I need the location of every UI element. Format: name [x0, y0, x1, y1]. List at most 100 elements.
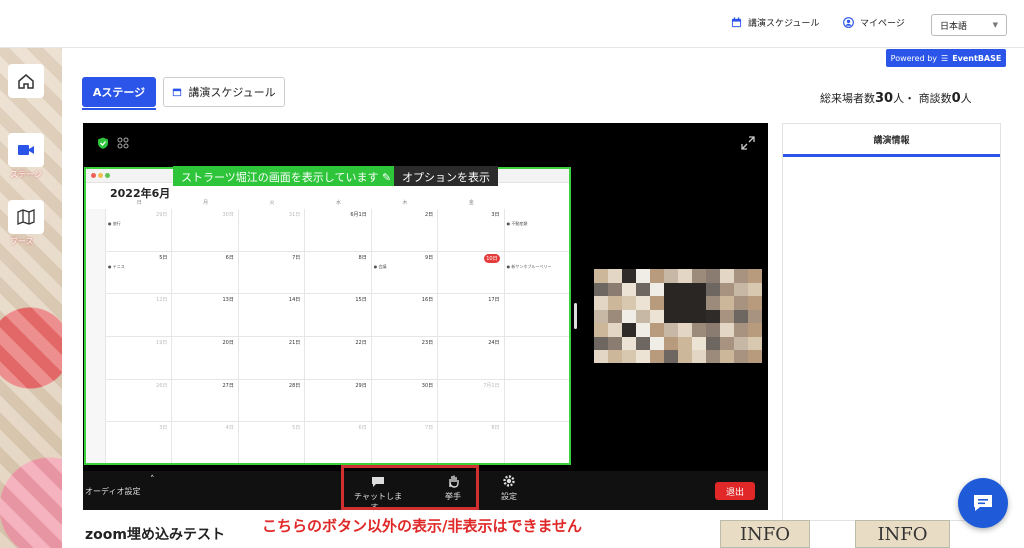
calendar-day-cell[interactable]: 5日 [239, 422, 306, 463]
calendar-day-cell[interactable] [505, 422, 569, 463]
video-pixel [678, 350, 692, 363]
calendar-day-cell[interactable]: ● 新サンホブルーベリー [504, 252, 569, 295]
calendar-day-cell[interactable]: 26日 [106, 379, 173, 423]
calendar-day-cell[interactable]: 21日 [238, 337, 306, 380]
tab-schedule[interactable]: 講演スケジュール [163, 77, 285, 107]
calendar-day-cell[interactable]: 17日 [438, 294, 505, 337]
attendance-stats: 総来場者数30人・ 商談数0人 [820, 90, 972, 106]
calendar-day-cell[interactable]: 6日 [305, 422, 372, 463]
calendar-day-number: 30日 [421, 382, 434, 389]
sidebar-item-stage[interactable] [8, 133, 44, 167]
gallery-grid-icon[interactable] [117, 137, 129, 149]
calendar-day-cell[interactable]: 8日 [305, 251, 372, 295]
calendar-day-cell[interactable]: ● 不動産類 [504, 209, 569, 252]
calendar-day-cell[interactable] [504, 380, 569, 423]
calendar-day-cell[interactable]: 10日 [438, 251, 505, 295]
chevron-up-icon[interactable]: ˄ [150, 475, 155, 485]
exit-button[interactable]: 退出 [715, 482, 755, 500]
calendar-day-cell[interactable]: 27日 [172, 379, 239, 423]
calendar-day-cell[interactable]: 28日 [238, 379, 306, 423]
calendar-day-cell[interactable]: 13日 [172, 294, 239, 337]
calendar-day-cell[interactable]: 20日 [172, 337, 239, 380]
calendar-day-cell[interactable]: 8日 [438, 422, 505, 463]
home-icon [18, 74, 34, 89]
tab-a-stage-label: Aステージ [92, 86, 146, 99]
video-pixel [594, 350, 608, 363]
settings-button[interactable]: 設定 [484, 474, 534, 502]
calendar-day-cell[interactable]: 2日 [371, 209, 439, 252]
video-pixel [678, 323, 692, 337]
weekday-label: 金 [468, 200, 474, 206]
calendar-day-cell[interactable]: 3日 [438, 209, 505, 252]
sidebar-item-stage-label: ステージ [10, 170, 42, 179]
calendar-day-number: 2日 [424, 212, 434, 218]
calendar-day-cell[interactable]: 6日 [172, 251, 239, 295]
calendar-day-cell[interactable]: 3日 [106, 422, 173, 463]
calendar-day-cell[interactable]: 7月1日 [438, 379, 505, 423]
calendar-day-cell[interactable]: 9日 ● 会議 [371, 251, 439, 295]
sidebar-item-home[interactable] [8, 64, 44, 98]
video-pixel [678, 269, 692, 283]
language-select[interactable]: 日本語 ▼ [931, 14, 1007, 36]
video-pixel [636, 269, 650, 283]
schedule-link[interactable]: 講演スケジュール [731, 16, 819, 29]
calendar-day-cell[interactable]: 29日 [305, 379, 372, 423]
video-pixel [594, 282, 608, 297]
calendar-day-number: 22日 [355, 340, 367, 346]
fullscreen-icon[interactable] [740, 135, 756, 151]
video-pixel [678, 296, 692, 310]
lecture-info-tab[interactable]: 講演情報 [783, 124, 1000, 157]
calendar-day-cell[interactable]: 5日 ● テニス [106, 251, 173, 295]
calendar-day-cell[interactable]: 30日 [172, 209, 239, 252]
calendar-day-cell[interactable]: 7日 [372, 422, 439, 463]
video-pixel [608, 296, 622, 310]
video-pixel [664, 282, 678, 297]
video-pixel [706, 282, 720, 297]
calendar-day-number: 3日 [491, 212, 500, 218]
pane-resize-handle[interactable] [574, 303, 577, 329]
info-block-text: INFO [739, 523, 791, 545]
calendar-day-cell[interactable] [504, 337, 569, 380]
calendar-day-cell[interactable]: 24日 [438, 337, 505, 380]
video-pixel [748, 296, 762, 310]
calendar-day-number: 31日 [288, 212, 301, 218]
calendar-day-cell[interactable]: 30日 [371, 379, 439, 423]
weekday-label: 木 [402, 200, 408, 206]
calendar-day-cell[interactable]: 7日 [238, 251, 306, 295]
video-pixel [608, 309, 622, 324]
calendar-day-number: 7月1日 [483, 382, 500, 389]
tab-a-stage[interactable]: Aステージ [82, 77, 156, 107]
calendar-day-cell[interactable]: 12日 [106, 294, 173, 337]
chevron-down-icon: ▼ [992, 21, 998, 29]
calendar-day-cell[interactable]: 16日 [371, 294, 439, 337]
sidebar-item-booth[interactable] [8, 200, 44, 234]
calendar-day-cell[interactable]: 6月1日 [305, 209, 372, 252]
chat-fab-button[interactable] [958, 478, 1008, 528]
calendar-day-number: 10日 [484, 253, 500, 263]
mypage-link[interactable]: マイページ [843, 16, 905, 29]
calendar-day-number: 17日 [488, 297, 500, 304]
map-icon [17, 209, 35, 225]
calendar-day-number: 19日 [156, 340, 168, 346]
audio-settings-button[interactable]: オーディオ設定 [85, 486, 140, 497]
calendar-day-cell[interactable]: 23日 [371, 337, 439, 380]
video-pixel [622, 350, 636, 363]
calendar-day-cell[interactable]: 15日 [305, 294, 372, 337]
view-options-button[interactable]: オプションを表示 [394, 166, 498, 186]
calendar-day-cell[interactable] [504, 294, 569, 337]
visitors-label: 総来場者数 [820, 92, 875, 105]
calendar-event: ● 新サンホブルーベリー [506, 263, 552, 269]
calendar-day-cell[interactable]: 29日 ● 旅行 [106, 209, 173, 252]
settings-button-label: 設定 [501, 492, 517, 501]
calendar-day-cell[interactable]: 19日 [106, 337, 173, 380]
video-pixel [622, 336, 636, 351]
calendar-day-cell[interactable]: 22日 [305, 337, 372, 380]
shield-check-icon[interactable] [97, 137, 109, 149]
schedule-link-label: 講演スケジュール [748, 19, 820, 29]
calendar-day-cell[interactable]: 4日 [172, 422, 239, 463]
calendar-event: ● 不動産類 [506, 221, 528, 226]
calendar-day-cell[interactable]: 14日 [238, 294, 306, 337]
video-pixel [608, 323, 622, 337]
visitors-count: 30 [875, 91, 894, 106]
calendar-day-cell[interactable]: 31日 [238, 209, 306, 252]
